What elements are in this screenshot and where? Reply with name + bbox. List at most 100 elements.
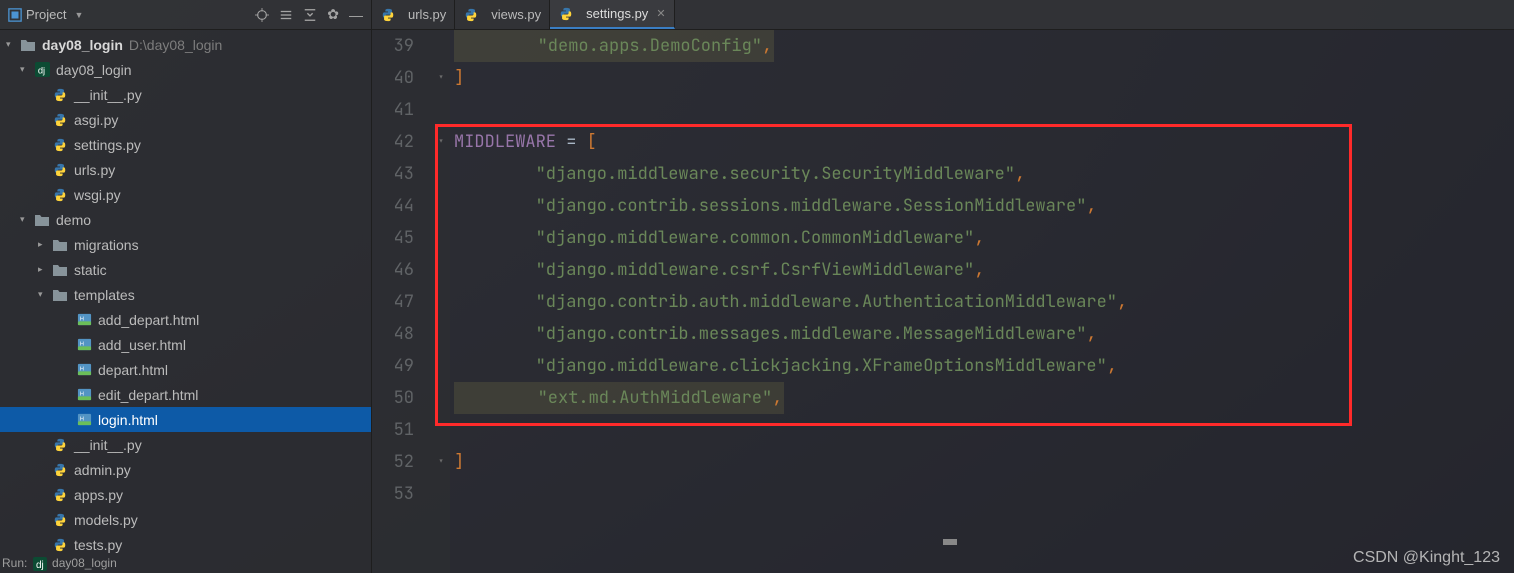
code-line-40[interactable]: ] <box>454 62 1514 94</box>
chevron-icon: ▸ <box>38 264 50 275</box>
python-icon <box>380 7 396 23</box>
settings-icon[interactable]: ✿ <box>327 6 339 23</box>
code-line-41[interactable] <box>454 94 1514 126</box>
fold-marker <box>432 30 450 62</box>
html-icon: H <box>76 387 92 403</box>
py-icon <box>52 87 68 103</box>
code-line-53[interactable] <box>454 478 1514 510</box>
code-content[interactable]: "demo.apps.DemoConfig",] MIDDLEWARE = [ "… <box>450 30 1514 573</box>
tree-item-label: login.html <box>98 412 158 428</box>
code-line-39[interactable]: "demo.apps.DemoConfig", <box>454 30 1514 62</box>
dj-icon: dj <box>34 62 50 78</box>
code-line-51[interactable] <box>454 414 1514 446</box>
code-line-52[interactable]: ] <box>454 446 1514 478</box>
code-line-48[interactable]: "django.contrib.messages.middleware.Mess… <box>454 318 1514 350</box>
file-models-py[interactable]: models.py <box>0 507 371 532</box>
tree-item-label: edit_depart.html <box>98 387 198 403</box>
file-asgi-py[interactable]: asgi.py <box>0 107 371 132</box>
code-line-46[interactable]: "django.middleware.csrf.CsrfViewMiddlewa… <box>454 254 1514 286</box>
fold-column[interactable]: ▾ ▾ ▾ <box>432 30 450 573</box>
folder-day08_login[interactable]: ▾dj day08_login <box>0 57 371 82</box>
project-dropdown[interactable]: Project ▼ <box>8 7 83 22</box>
tree-item-label: static <box>74 262 107 278</box>
file-urls-py[interactable]: urls.py <box>0 157 371 182</box>
tree-item-hint: D:\day08_login <box>129 37 222 53</box>
svg-text:H: H <box>79 341 83 347</box>
tab-settings-py[interactable]: settings.py✕ <box>550 0 674 29</box>
tree-item-label: models.py <box>74 512 138 528</box>
fold-marker[interactable]: ▾ <box>432 446 450 478</box>
tab-label: urls.py <box>408 7 446 22</box>
py-icon <box>52 437 68 453</box>
file-__init__-py[interactable]: __init__.py <box>0 82 371 107</box>
python-icon <box>558 6 574 22</box>
code-line-42[interactable]: MIDDLEWARE = [ <box>454 126 1514 158</box>
chevron-icon: ▾ <box>20 214 32 225</box>
code-line-50[interactable]: "ext.md.AuthMiddleware", <box>454 382 1514 414</box>
file-tests-py[interactable]: tests.py <box>0 532 371 557</box>
run-toolwindow-label[interactable]: Run: dj day08_login <box>2 556 117 571</box>
fold-marker <box>432 222 450 254</box>
tree-item-label: depart.html <box>98 362 168 378</box>
file-add_user-html[interactable]: Hadd_user.html <box>0 332 371 357</box>
file-add_depart-html[interactable]: Hadd_depart.html <box>0 307 371 332</box>
folder-icon <box>20 37 36 53</box>
folder-migrations[interactable]: ▸migrations <box>0 232 371 257</box>
file-admin-py[interactable]: admin.py <box>0 457 371 482</box>
tab-urls-py[interactable]: urls.py <box>372 0 455 29</box>
code-line-45[interactable]: "django.middleware.common.CommonMiddlewa… <box>454 222 1514 254</box>
expand-icon[interactable] <box>279 8 293 22</box>
tree-item-label: day08_login <box>56 62 132 78</box>
file-edit_depart-html[interactable]: Hedit_depart.html <box>0 382 371 407</box>
fold-marker[interactable]: ▾ <box>432 62 450 94</box>
py-icon <box>52 162 68 178</box>
code-line-49[interactable]: "django.middleware.clickjacking.XFrameOp… <box>454 350 1514 382</box>
file-__init__-py[interactable]: __init__.py <box>0 432 371 457</box>
folder-day08_login[interactable]: ▾day08_loginD:\day08_login <box>0 32 371 57</box>
file-settings-py[interactable]: settings.py <box>0 132 371 157</box>
tab-label: views.py <box>491 7 541 22</box>
editor-tabs: urls.py views.py settings.py✕ <box>372 0 1514 30</box>
tree-item-label: __init__.py <box>74 87 142 103</box>
fold-marker[interactable]: ▾ <box>432 126 450 158</box>
svg-text:H: H <box>79 366 83 372</box>
code-line-47[interactable]: "django.contrib.auth.middleware.Authenti… <box>454 286 1514 318</box>
folder-demo[interactable]: ▾demo <box>0 207 371 232</box>
fold-marker <box>432 158 450 190</box>
code-editor[interactable]: 394041424344454647484950515253 ▾▾▾ "demo… <box>372 30 1514 573</box>
project-tree[interactable]: ▾day08_loginD:\day08_login▾djday08_login… <box>0 30 371 573</box>
code-line-43[interactable]: "django.middleware.security.SecurityMidd… <box>454 158 1514 190</box>
file-login-html[interactable]: Hlogin.html <box>0 407 371 432</box>
folder-icon <box>34 212 50 228</box>
svg-text:H: H <box>79 416 83 422</box>
fold-marker <box>432 350 450 382</box>
folder-icon <box>52 237 68 253</box>
locate-icon[interactable] <box>255 8 269 22</box>
file-apps-py[interactable]: apps.py <box>0 482 371 507</box>
py-icon <box>52 487 68 503</box>
minimize-icon[interactable]: — <box>349 7 363 23</box>
file-depart-html[interactable]: Hdepart.html <box>0 357 371 382</box>
file-wsgi-py[interactable]: wsgi.py <box>0 182 371 207</box>
code-line-44[interactable]: "django.contrib.sessions.middleware.Sess… <box>454 190 1514 222</box>
chevron-icon: ▾ <box>20 64 32 75</box>
tab-views-py[interactable]: views.py <box>455 0 550 29</box>
folder-templates[interactable]: ▾templates <box>0 282 371 307</box>
folder-static[interactable]: ▸ static <box>0 257 371 282</box>
close-icon[interactable]: ✕ <box>656 7 665 20</box>
tree-item-label: asgi.py <box>74 112 118 128</box>
svg-text:H: H <box>79 391 83 397</box>
project-icon <box>8 8 22 22</box>
tree-item-label: admin.py <box>74 462 131 478</box>
fold-marker <box>432 254 450 286</box>
collapse-icon[interactable] <box>303 8 317 22</box>
py-icon <box>52 512 68 528</box>
python-icon <box>463 7 479 23</box>
tree-item-label: add_user.html <box>98 337 186 353</box>
folder-icon <box>52 262 68 278</box>
py-icon <box>52 462 68 478</box>
py-icon <box>52 537 68 553</box>
caret-indicator <box>943 539 957 545</box>
tree-item-label: templates <box>74 287 135 303</box>
tree-item-label: tests.py <box>74 537 122 553</box>
